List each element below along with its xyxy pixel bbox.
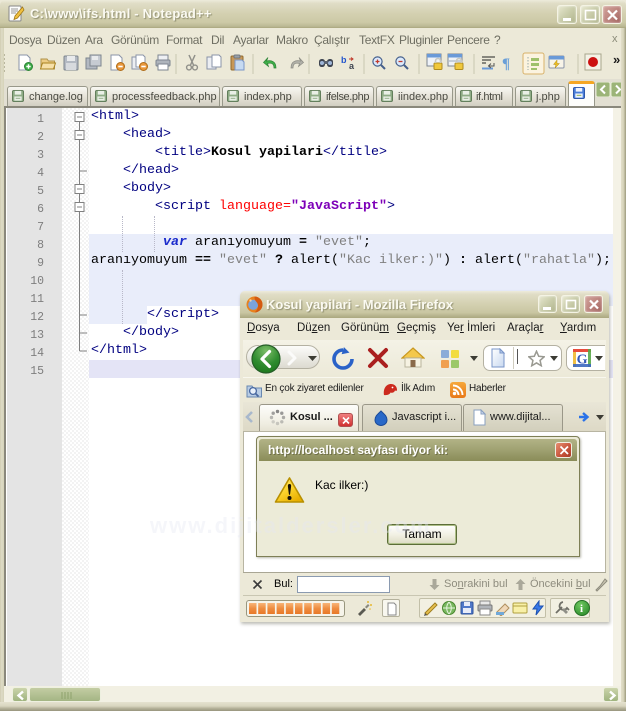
svg-text:»: » xyxy=(613,52,620,67)
svg-text:b: b xyxy=(341,55,347,65)
svg-text:i: i xyxy=(580,603,583,615)
svg-text:¶: ¶ xyxy=(502,56,510,72)
svg-text:a: a xyxy=(349,61,355,71)
svg-text:G: G xyxy=(577,353,588,368)
